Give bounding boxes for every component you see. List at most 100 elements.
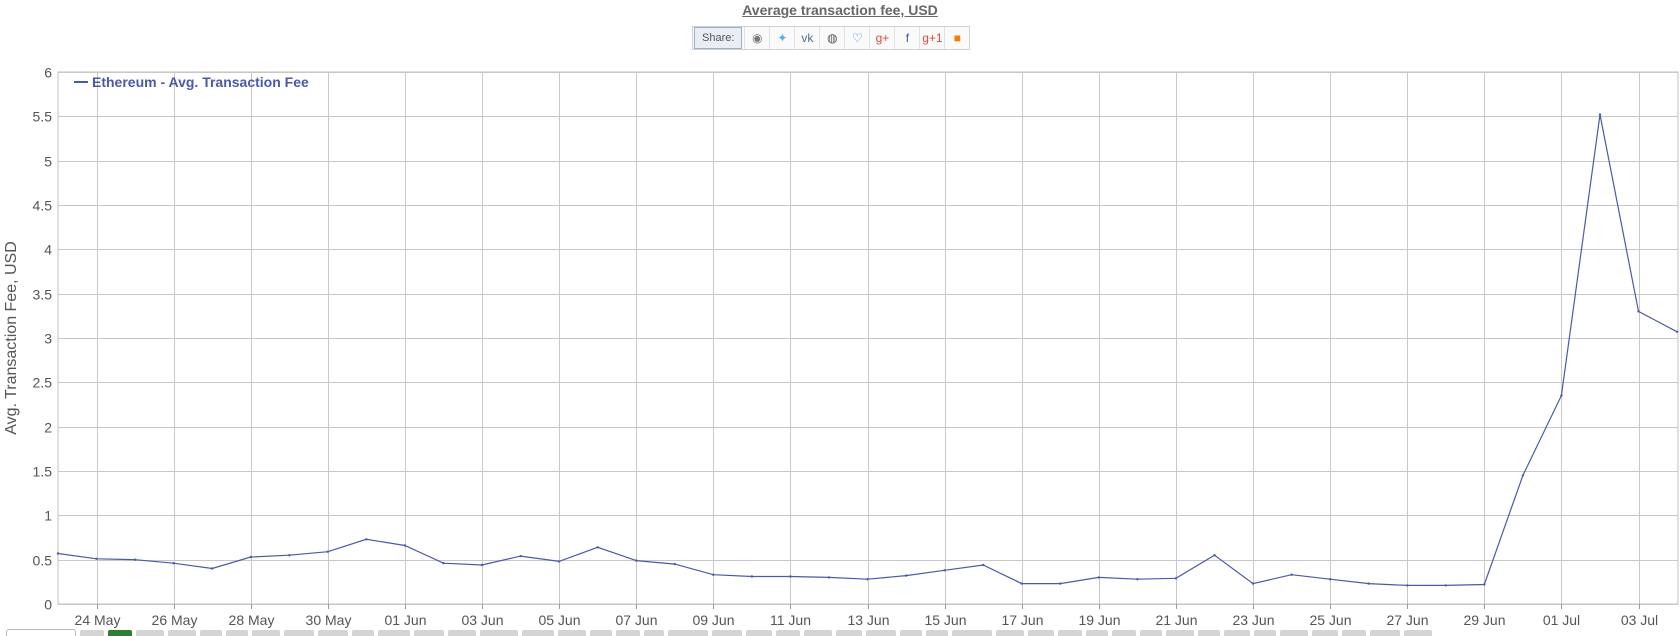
- data-point: [1290, 573, 1293, 576]
- data-point: [635, 559, 638, 562]
- range-button[interactable]: [108, 630, 132, 636]
- range-button[interactable]: [226, 630, 248, 636]
- range-button[interactable]: [448, 630, 476, 636]
- data-point: [519, 554, 522, 558]
- range-button[interactable]: [746, 630, 772, 636]
- data-point: [1174, 577, 1178, 580]
- range-button[interactable]: [804, 630, 832, 636]
- data-point: [442, 562, 445, 565]
- data-point: [403, 544, 407, 547]
- range-button[interactable]: [900, 630, 922, 636]
- range-button[interactable]: [866, 630, 896, 636]
- y-tick-label: 4: [44, 242, 52, 258]
- range-button[interactable]: [318, 630, 348, 636]
- data-point: [1444, 584, 1448, 587]
- data-point: [712, 573, 715, 576]
- range-button[interactable]: [352, 630, 374, 636]
- range-button[interactable]: [776, 630, 800, 636]
- legend-label: Ethereum - Avg. Transaction Fee: [92, 74, 309, 90]
- range-button[interactable]: [200, 630, 222, 636]
- range-button[interactable]: [1198, 630, 1220, 636]
- range-button[interactable]: [1312, 630, 1338, 636]
- range-button[interactable]: [252, 630, 280, 636]
- data-point: [904, 574, 908, 577]
- data-point: [1020, 582, 1023, 585]
- range-button[interactable]: [616, 630, 640, 636]
- data-point: [249, 555, 252, 559]
- x-tick-label: 07 Jun: [615, 612, 657, 628]
- range-button[interactable]: [1086, 630, 1108, 636]
- range-button[interactable]: [836, 630, 862, 636]
- range-button[interactable]: [996, 630, 1024, 636]
- data-point: [1328, 578, 1332, 581]
- range-button[interactable]: [378, 630, 410, 636]
- range-selector: [0, 628, 1680, 636]
- range-button[interactable]: [712, 630, 742, 636]
- range-button[interactable]: [168, 630, 196, 636]
- x-tick-label: 24 May: [75, 612, 121, 628]
- range-button[interactable]: [1224, 630, 1250, 636]
- x-tick-label: 28 May: [229, 612, 275, 628]
- data-point: [557, 560, 561, 563]
- y-tick-label: 3: [44, 331, 52, 347]
- y-tick-label: 1.5: [33, 464, 53, 480]
- range-button[interactable]: [644, 630, 664, 636]
- data-point: [827, 576, 831, 579]
- data-point: [326, 550, 329, 553]
- x-tick-label: 17 Jun: [1001, 612, 1043, 628]
- y-tick-label: 3.5: [33, 287, 53, 303]
- range-button[interactable]: [284, 630, 314, 636]
- series-line: [57, 114, 1678, 587]
- y-axis-label: Avg. Transaction Fee, USD: [3, 241, 20, 435]
- range-button[interactable]: [1058, 630, 1082, 636]
- range-button[interactable]: [1342, 630, 1366, 636]
- x-tick-label: 11 Jun: [770, 612, 811, 628]
- x-tick-label: 03 Jun: [461, 612, 503, 628]
- range-button[interactable]: [1166, 630, 1194, 636]
- range-button[interactable]: [522, 630, 554, 636]
- x-tick-label: 09 Jun: [692, 612, 734, 628]
- range-button[interactable]: [1140, 630, 1162, 636]
- data-point: [1097, 576, 1101, 579]
- x-tick-label: 27 Jun: [1386, 612, 1428, 628]
- x-tick-label: 05 Jun: [538, 612, 580, 628]
- x-tick-label: 01 Jul: [1543, 612, 1580, 628]
- data-point: [943, 569, 946, 572]
- range-button[interactable]: [1280, 630, 1308, 636]
- range-button[interactable]: [1112, 630, 1136, 636]
- y-tick-label: 2.5: [33, 375, 53, 391]
- x-tick-label: 15 Jun: [924, 612, 966, 628]
- y-tick-label: 4.5: [33, 198, 53, 214]
- data-point: [673, 562, 676, 566]
- data-point: [172, 562, 175, 565]
- range-button[interactable]: [1028, 630, 1054, 636]
- range-button[interactable]: [414, 630, 444, 636]
- range-button[interactable]: [590, 630, 612, 636]
- data-point: [1406, 584, 1409, 587]
- data-point: [866, 578, 869, 581]
- data-point: [789, 575, 792, 578]
- range-button[interactable]: [480, 630, 518, 636]
- range-button[interactable]: [926, 630, 948, 636]
- range-button[interactable]: [80, 630, 104, 636]
- data-point: [1213, 554, 1216, 557]
- x-tick-label: 01 Jun: [384, 612, 426, 628]
- x-tick-label: 03 Jul: [1621, 612, 1658, 628]
- range-button[interactable]: [668, 630, 708, 636]
- data-point: [211, 567, 214, 570]
- y-tick-label: 6: [44, 65, 52, 81]
- range-button[interactable]: [952, 630, 992, 636]
- range-button[interactable]: [1404, 630, 1432, 636]
- data-point: [288, 554, 291, 557]
- data-point: [1637, 310, 1640, 313]
- range-button[interactable]: [558, 630, 586, 636]
- range-button[interactable]: [136, 630, 164, 636]
- data-point: [480, 563, 484, 567]
- data-point: [95, 557, 98, 560]
- x-tick-label: 29 Jun: [1463, 612, 1505, 628]
- range-button[interactable]: [1370, 630, 1400, 636]
- x-tick-label: 19 Jun: [1078, 612, 1120, 628]
- data-point: [750, 575, 754, 578]
- range-button[interactable]: [1254, 630, 1276, 636]
- range-selector-input[interactable]: [6, 629, 76, 636]
